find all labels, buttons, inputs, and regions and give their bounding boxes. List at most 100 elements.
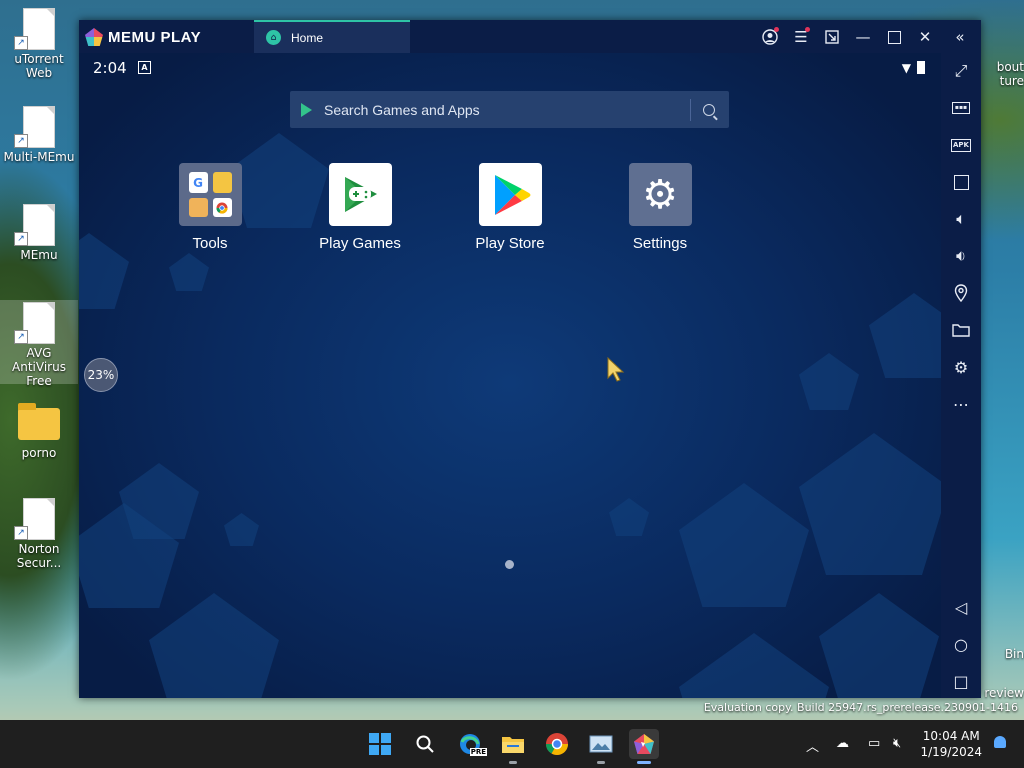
app-play-games[interactable]: Play Games bbox=[305, 163, 415, 252]
chrome-button[interactable] bbox=[542, 729, 572, 759]
edge-button[interactable]: PRE bbox=[455, 729, 487, 759]
tab-home[interactable]: ⌂ Home bbox=[254, 20, 410, 53]
file-explorer-button[interactable] bbox=[498, 729, 528, 764]
brand-text: MEMU PLAY bbox=[108, 28, 202, 46]
notification-dot bbox=[805, 27, 810, 32]
shortcut-arrow-icon: ↗ bbox=[14, 232, 28, 246]
desktop-icon-utorrent[interactable]: ↗ uTorrent Web bbox=[0, 8, 78, 80]
shared-folder-button[interactable] bbox=[949, 318, 973, 342]
app-settings[interactable]: ⚙ Settings bbox=[605, 163, 715, 252]
home-button[interactable]: ○ bbox=[949, 632, 973, 656]
monitor-icon: ▭ bbox=[868, 736, 881, 751]
volume-button[interactable]: 🔇︎ bbox=[893, 736, 901, 751]
collapse-sidebar-button[interactable]: « bbox=[949, 26, 971, 48]
volume-down-button[interactable]: 🔉︎ bbox=[949, 244, 973, 268]
search-bar[interactable]: Search Games and Apps bbox=[290, 91, 729, 128]
search-icon[interactable] bbox=[703, 103, 715, 116]
location-button[interactable] bbox=[949, 281, 973, 305]
search-icon bbox=[416, 735, 434, 753]
bg-pentagon bbox=[799, 433, 941, 575]
apk-button[interactable]: APK bbox=[949, 133, 973, 157]
maximize-icon bbox=[887, 30, 901, 44]
desktop-icon-label: AVG AntiVirus Free bbox=[12, 346, 66, 388]
right-toolbar: ⤢ ▪▪▪ APK 🔈︎ 🔉︎ ⚙ ⋯ ◁ ○ □ bbox=[941, 53, 981, 698]
app-tools[interactable]: G Tools bbox=[155, 163, 265, 252]
settings-gear-icon: ⚙ bbox=[628, 163, 692, 226]
app-label: Play Store bbox=[475, 235, 545, 252]
photos-button[interactable] bbox=[586, 729, 616, 764]
desktop-icon-memu[interactable]: ↗ MEmu bbox=[0, 204, 78, 262]
clock-time: 10:04 AM bbox=[922, 729, 980, 743]
wifi-icon: ▼ bbox=[901, 61, 911, 75]
desktop-icon-folder[interactable]: porno bbox=[0, 403, 78, 460]
volume-up-button[interactable]: 🔈︎ bbox=[949, 207, 973, 231]
desktop-peek-text: bout bbox=[996, 60, 1024, 74]
menu-button[interactable]: ☰ bbox=[790, 26, 812, 48]
folder-icon bbox=[18, 403, 60, 440]
desktop-icon-norton[interactable]: ↗ Norton Secur... bbox=[0, 498, 78, 570]
taskbar: PRE ︿ ☁ ▭ 🔇︎ 10:04 AM 1/19/2024 bbox=[0, 720, 1024, 768]
running-indicator bbox=[509, 761, 517, 764]
double-chevron-left-icon: « bbox=[955, 28, 965, 46]
play-store-icon bbox=[478, 163, 542, 226]
app-label: Tools bbox=[192, 235, 228, 252]
desktop-icon-multi-memu[interactable]: ↗ Multi-MEmu bbox=[0, 106, 78, 164]
play-store-icon bbox=[301, 102, 312, 117]
bg-pentagon bbox=[819, 593, 939, 698]
memu-taskbar-button[interactable] bbox=[629, 729, 659, 764]
status-time: 2:04 bbox=[93, 59, 127, 77]
desktop-icon-label: MEmu bbox=[20, 248, 58, 262]
back-button[interactable]: ◁ bbox=[949, 595, 973, 619]
shortcut-arrow-icon: ↗ bbox=[14, 134, 28, 148]
maximize-button[interactable] bbox=[883, 26, 905, 48]
screen-mode-icon bbox=[825, 30, 839, 44]
close-button[interactable]: ✕ bbox=[914, 26, 936, 48]
chevron-up-icon: ︿ bbox=[806, 740, 820, 755]
android-screen[interactable]: 2:04 A ▼ Search Games and Apps G Tools P… bbox=[79, 53, 941, 698]
screen-mode-button[interactable] bbox=[821, 26, 843, 48]
bg-pentagon bbox=[149, 593, 279, 698]
settings-button[interactable]: ⚙ bbox=[949, 355, 973, 379]
home-tab-icon: ⌂ bbox=[266, 30, 281, 45]
bg-pentagon bbox=[609, 498, 649, 536]
network-button[interactable]: ▭ bbox=[868, 736, 880, 751]
keyboard-button[interactable]: ▪▪▪ bbox=[949, 96, 973, 120]
clock-date: 1/19/2024 bbox=[920, 745, 982, 759]
files-icon bbox=[188, 198, 208, 217]
memu-icon bbox=[634, 734, 654, 754]
show-hidden-icons-button[interactable]: ︿ bbox=[806, 736, 819, 755]
clock[interactable]: 10:04 AM 1/19/2024 bbox=[920, 728, 982, 760]
volume-down-icon: 🔉︎ bbox=[955, 246, 967, 265]
mouse-cursor-icon bbox=[607, 357, 625, 382]
fullscreen-button[interactable]: ⤢ bbox=[949, 59, 973, 83]
more-button[interactable]: ⋯ bbox=[949, 392, 973, 416]
loading-progress-badge: 23% bbox=[84, 358, 118, 392]
memu-window: MEMU PLAY ⌂ Home ☰ — ✕ « 2:04 A ▼ Search… bbox=[79, 20, 981, 698]
bg-pentagon bbox=[79, 233, 129, 309]
recents-button[interactable]: □ bbox=[949, 669, 973, 693]
page-indicator bbox=[505, 560, 514, 569]
tips-icon bbox=[212, 172, 232, 193]
desktop-icon-avg[interactable]: ↗ AVG AntiVirus Free bbox=[0, 300, 78, 388]
bg-pentagon bbox=[169, 253, 209, 291]
location-pin-icon bbox=[954, 284, 968, 302]
apk-icon: APK bbox=[951, 138, 971, 152]
account-button[interactable] bbox=[759, 26, 781, 48]
multi-instance-button[interactable] bbox=[949, 170, 973, 194]
desktop-peek-text: review bbox=[984, 686, 1024, 700]
notification-bell-icon[interactable] bbox=[994, 736, 1006, 748]
chrome-icon bbox=[546, 733, 568, 755]
title-bar[interactable]: MEMU PLAY ⌂ Home ☰ — ✕ « bbox=[79, 20, 981, 53]
memu-logo: MEMU PLAY bbox=[85, 27, 201, 47]
search-button[interactable] bbox=[410, 729, 440, 759]
google-icon: G bbox=[188, 172, 208, 193]
keyboard-icon: ▪▪▪ bbox=[952, 102, 970, 114]
start-button[interactable] bbox=[365, 729, 395, 759]
onedrive-button[interactable]: ☁ bbox=[836, 736, 849, 751]
minimize-button[interactable]: — bbox=[852, 26, 874, 48]
bg-pentagon bbox=[679, 483, 809, 607]
app-play-store[interactable]: Play Store bbox=[455, 163, 565, 252]
edge-pre-badge: PRE bbox=[469, 748, 487, 756]
gear-icon: ⚙ bbox=[953, 357, 969, 377]
running-indicator bbox=[597, 761, 605, 764]
